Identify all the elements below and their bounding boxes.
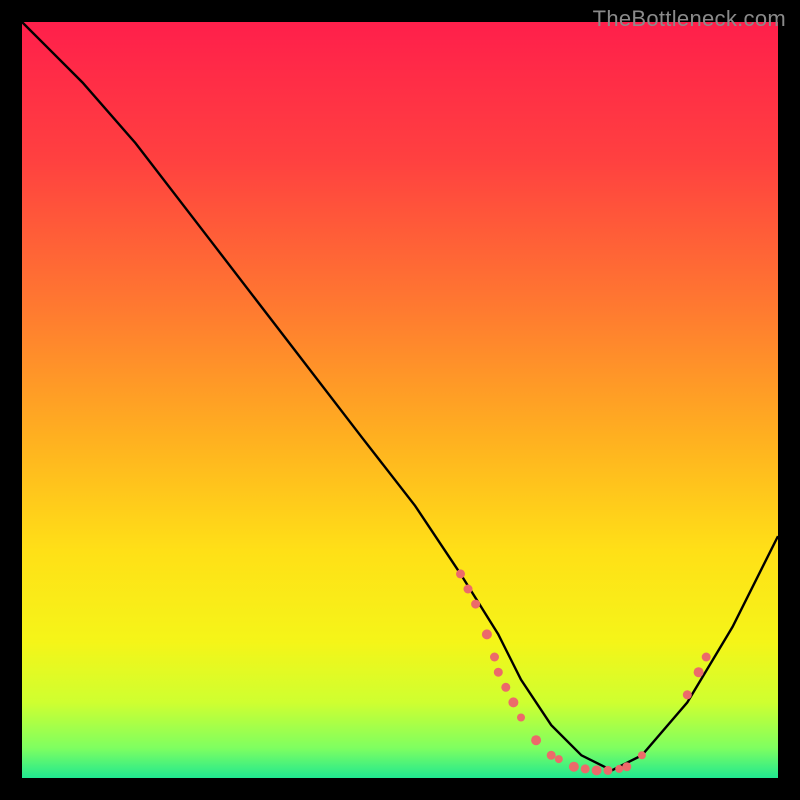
data-marker [603,766,612,775]
watermark-text: TheBottleneck.com [593,6,786,32]
data-marker [615,765,623,773]
data-marker [517,714,525,722]
data-marker [622,762,631,771]
data-marker [547,751,556,760]
data-marker [683,690,692,699]
data-marker [694,667,704,677]
data-marker [508,697,518,707]
data-marker [464,585,473,594]
data-marker [569,762,579,772]
data-marker [581,764,590,773]
data-marker [592,765,602,775]
data-marker [555,755,563,763]
data-marker [501,683,510,692]
data-marker [702,653,711,662]
data-marker [456,569,465,578]
data-marker [490,653,499,662]
data-marker [494,668,503,677]
data-marker [638,751,646,759]
marker-group [456,569,711,775]
plot-area [22,22,778,778]
chart-svg [22,22,778,778]
data-marker [471,600,480,609]
data-marker [482,629,492,639]
data-marker [531,735,541,745]
bottleneck-curve [22,22,778,770]
